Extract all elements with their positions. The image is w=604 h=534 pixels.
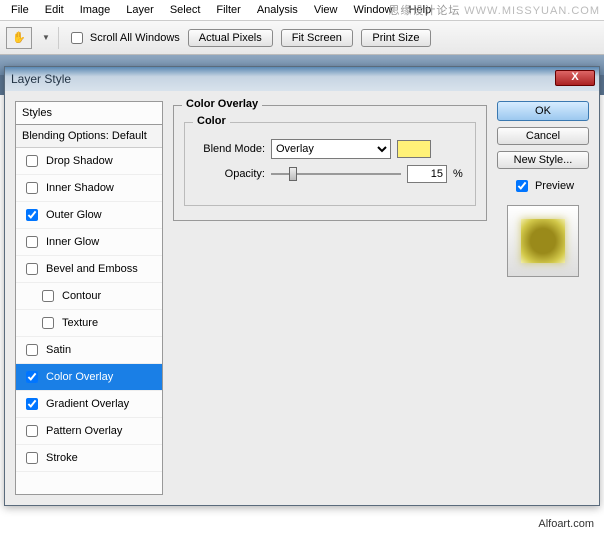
style-checkbox[interactable]	[26, 398, 38, 410]
style-label: Drop Shadow	[46, 155, 113, 167]
dialog-close-button[interactable]: X	[555, 70, 595, 86]
style-item-texture[interactable]: Texture	[16, 310, 162, 337]
group-legend: Color Overlay	[182, 98, 262, 110]
inner-legend: Color	[193, 115, 230, 127]
preview-checkbox-input[interactable]	[516, 180, 528, 192]
new-style-button[interactable]: New Style...	[497, 151, 589, 169]
scroll-all-label: Scroll All Windows	[90, 32, 180, 44]
menu-edit[interactable]: Edit	[38, 2, 71, 18]
style-checkbox[interactable]	[26, 182, 38, 194]
separator	[58, 27, 59, 49]
style-checkbox[interactable]	[26, 425, 38, 437]
style-item-gradient-overlay[interactable]: Gradient Overlay	[16, 391, 162, 418]
cancel-button[interactable]: Cancel	[497, 127, 589, 145]
style-checkbox[interactable]	[42, 290, 54, 302]
preview-square	[521, 219, 565, 263]
style-label: Color Overlay	[46, 371, 113, 383]
chevron-down-icon[interactable]: ▼	[42, 33, 50, 42]
opacity-unit: %	[453, 168, 463, 180]
preview-swatch	[507, 205, 579, 277]
slider-thumb[interactable]	[289, 167, 297, 181]
style-checkbox[interactable]	[26, 236, 38, 248]
style-checkbox[interactable]	[26, 452, 38, 464]
style-item-outer-glow[interactable]: Outer Glow	[16, 202, 162, 229]
styles-header[interactable]: Styles	[16, 102, 162, 125]
menu-image[interactable]: Image	[73, 2, 118, 18]
style-item-drop-shadow[interactable]: Drop Shadow	[16, 148, 162, 175]
print-size-button[interactable]: Print Size	[361, 29, 431, 47]
opacity-value[interactable]: 15	[407, 165, 447, 183]
style-item-stroke[interactable]: Stroke	[16, 445, 162, 472]
style-item-inner-glow[interactable]: Inner Glow	[16, 229, 162, 256]
dialog-buttons: OK Cancel New Style... Preview	[497, 101, 589, 495]
credit-text: Alfoart.com	[538, 518, 594, 530]
scroll-all-windows-checkbox[interactable]: Scroll All Windows	[67, 29, 180, 47]
style-checkbox[interactable]	[26, 155, 38, 167]
style-checkbox[interactable]	[26, 209, 38, 221]
style-item-bevel-and-emboss[interactable]: Bevel and Emboss	[16, 256, 162, 283]
style-label: Inner Glow	[46, 236, 99, 248]
scroll-all-checkbox-input[interactable]	[71, 32, 83, 44]
menu-view[interactable]: View	[307, 2, 345, 18]
hand-tool-icon[interactable]: ✋	[6, 27, 32, 49]
menu-analysis[interactable]: Analysis	[250, 2, 305, 18]
style-item-color-overlay[interactable]: Color Overlay	[16, 364, 162, 391]
preview-label: Preview	[535, 180, 574, 192]
layer-style-dialog: Layer Style X Styles Blending Options: D…	[4, 66, 600, 506]
watermark: 思缘设计论坛 WWW.MISSYUAN.COM	[388, 2, 600, 18]
style-checkbox[interactable]	[26, 263, 38, 275]
options-bar: ✋ ▼ Scroll All Windows Actual Pixels Fit…	[0, 21, 604, 55]
fit-screen-button[interactable]: Fit Screen	[281, 29, 353, 47]
menu-select[interactable]: Select	[163, 2, 208, 18]
style-item-inner-shadow[interactable]: Inner Shadow	[16, 175, 162, 202]
style-label: Gradient Overlay	[46, 398, 129, 410]
color-inner-group: Color Blend Mode: Overlay Opacity:	[184, 122, 476, 206]
style-label: Pattern Overlay	[46, 425, 122, 437]
blend-mode-select[interactable]: Overlay	[271, 139, 391, 159]
style-item-contour[interactable]: Contour	[16, 283, 162, 310]
style-checkbox[interactable]	[42, 317, 54, 329]
styles-list: Styles Blending Options: Default Drop Sh…	[15, 101, 163, 495]
style-label: Texture	[62, 317, 98, 329]
style-label: Outer Glow	[46, 209, 102, 221]
menu-filter[interactable]: Filter	[209, 2, 247, 18]
ok-button[interactable]: OK	[497, 101, 589, 121]
preview-checkbox[interactable]: Preview	[497, 177, 589, 195]
dialog-title: Layer Style	[11, 72, 71, 86]
settings-panel: Color Overlay Color Blend Mode: Overlay …	[173, 101, 487, 495]
style-label: Satin	[46, 344, 71, 356]
style-item-pattern-overlay[interactable]: Pattern Overlay	[16, 418, 162, 445]
blend-mode-label: Blend Mode:	[195, 143, 265, 155]
opacity-slider[interactable]	[271, 165, 401, 183]
menu-file[interactable]: File	[4, 2, 36, 18]
style-label: Contour	[62, 290, 101, 302]
color-swatch[interactable]	[397, 140, 431, 158]
style-label: Inner Shadow	[46, 182, 114, 194]
style-label: Bevel and Emboss	[46, 263, 138, 275]
style-label: Stroke	[46, 452, 78, 464]
dialog-titlebar[interactable]: Layer Style X	[5, 67, 599, 91]
blending-options-item[interactable]: Blending Options: Default	[16, 125, 162, 148]
style-checkbox[interactable]	[26, 344, 38, 356]
color-overlay-group: Color Overlay Color Blend Mode: Overlay …	[173, 105, 487, 221]
style-item-satin[interactable]: Satin	[16, 337, 162, 364]
actual-pixels-button[interactable]: Actual Pixels	[188, 29, 273, 47]
style-checkbox[interactable]	[26, 371, 38, 383]
opacity-label: Opacity:	[195, 168, 265, 180]
menu-layer[interactable]: Layer	[119, 2, 161, 18]
